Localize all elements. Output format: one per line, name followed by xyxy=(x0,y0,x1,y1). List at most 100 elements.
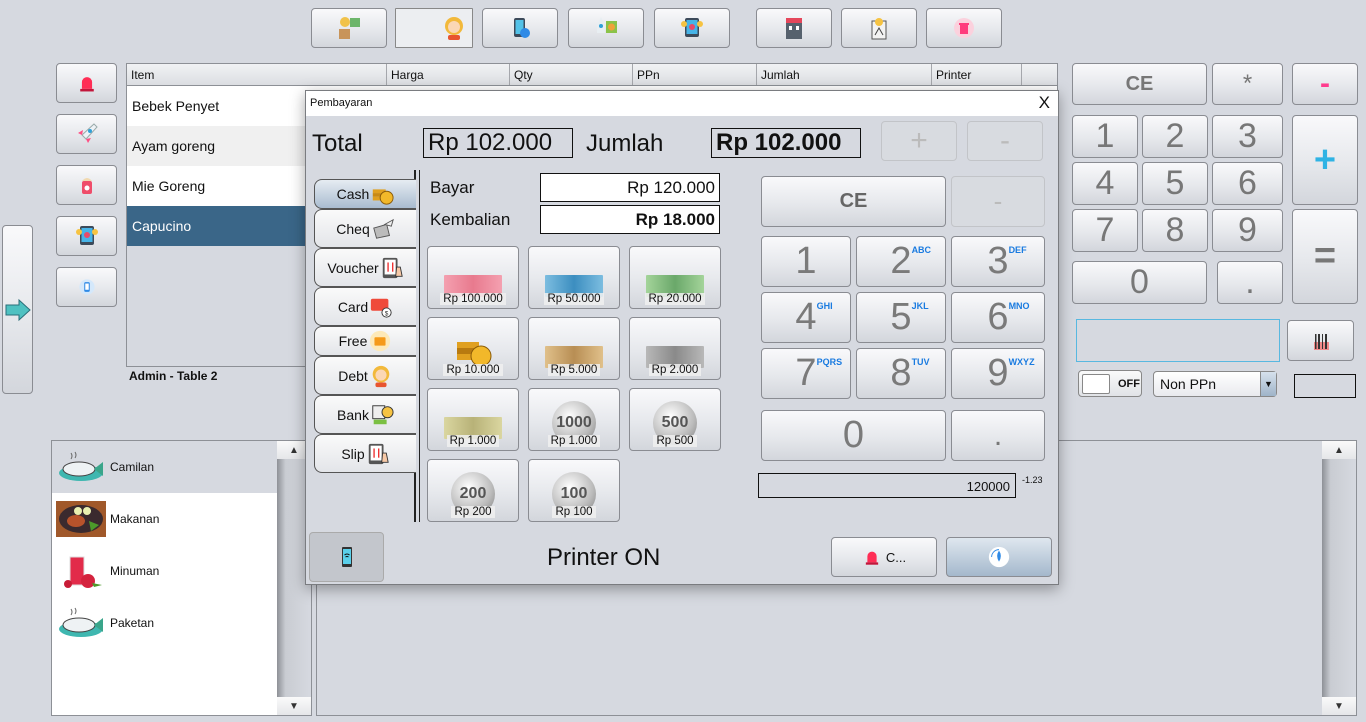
column-header[interactable]: Qty xyxy=(510,64,633,85)
money-button-20000[interactable]: Rp 20.000 xyxy=(629,246,721,309)
keypad-minus-button[interactable]: - xyxy=(951,176,1045,227)
keypad-key-2[interactable]: 2 ABC xyxy=(856,236,946,287)
money-button-100000[interactable]: Rp 100.000 xyxy=(427,246,519,309)
confirm-payment-button[interactable] xyxy=(946,537,1052,577)
calc-plus-button[interactable]: + xyxy=(1292,115,1358,205)
phone-icon xyxy=(78,278,96,296)
keypad-key-8[interactable]: 8 TUV xyxy=(856,348,946,399)
increase-button[interactable]: + xyxy=(881,121,957,161)
calc-minus-button[interactable]: - xyxy=(1292,63,1358,105)
mobile-sync-button[interactable] xyxy=(482,8,558,48)
category-item[interactable]: Camilan xyxy=(52,441,311,493)
barcode-scan-button[interactable] xyxy=(1287,320,1354,361)
drink-button[interactable] xyxy=(56,165,117,205)
calc-key-5[interactable]: 5 xyxy=(1142,162,1208,205)
keypad-key-0[interactable]: 0 xyxy=(761,410,946,461)
column-header[interactable]: Printer xyxy=(932,64,1022,85)
tablet-button[interactable] xyxy=(56,216,117,256)
tab-cash[interactable]: Cash xyxy=(314,179,416,209)
keypad-ce-button[interactable]: CE xyxy=(761,176,946,227)
money-button-50000[interactable]: Rp 50.000 xyxy=(528,246,620,309)
tab-free[interactable]: Free xyxy=(314,326,416,356)
item-panel-scrollbar[interactable]: ▲ ▼ xyxy=(1322,441,1356,715)
category-item[interactable]: Makanan xyxy=(52,493,311,545)
bayar-input[interactable]: Rp 120.000 xyxy=(540,173,720,202)
calc-key-3[interactable]: 3 xyxy=(1212,115,1283,158)
category-item[interactable]: Minuman xyxy=(52,545,311,597)
calc-ce-button[interactable]: CE xyxy=(1072,63,1207,105)
dialog-titlebar[interactable]: Pembayaran X xyxy=(306,91,1058,116)
keypad-key-6[interactable]: 6 MNO xyxy=(951,292,1045,343)
close-icon[interactable]: X xyxy=(1039,93,1050,113)
keypad-key-dot[interactable]: . xyxy=(951,410,1045,461)
column-header[interactable]: Item xyxy=(127,64,387,85)
money-button-500[interactable]: 500 Rp 500 xyxy=(629,388,721,451)
tab-debt[interactable]: Debt xyxy=(314,356,416,395)
tab-label: Cash xyxy=(336,186,370,202)
cancel-button[interactable]: C... xyxy=(831,537,937,577)
keypad-key-1[interactable]: 1 xyxy=(761,236,851,287)
calc-equals-button[interactable]: = xyxy=(1292,209,1358,304)
calc-key-6[interactable]: 6 xyxy=(1212,162,1283,205)
barcode-input[interactable] xyxy=(1076,319,1280,362)
tab-cheq[interactable]: Cheq xyxy=(314,209,416,248)
calc-key-2[interactable]: 2 xyxy=(1142,115,1208,158)
idea-network-button[interactable] xyxy=(841,8,917,48)
keypad-key-4[interactable]: 4 GHI xyxy=(761,292,851,343)
decrease-button[interactable]: - xyxy=(967,121,1043,161)
design-tools-button[interactable] xyxy=(311,8,387,48)
phone-button[interactable] xyxy=(56,267,117,307)
alarm-button[interactable] xyxy=(56,63,117,103)
column-header[interactable]: PPn xyxy=(633,64,757,85)
category-item[interactable]: Paketan xyxy=(52,597,311,649)
tab-card[interactable]: Card $ xyxy=(314,287,416,326)
scroll-down-icon[interactable]: ▼ xyxy=(277,697,311,715)
kembalian-value: Rp 18.000 xyxy=(540,205,720,234)
money-label: Rp 500 xyxy=(653,435,697,447)
calc-multiply-button[interactable]: * xyxy=(1212,63,1283,105)
money-button-5000[interactable]: Rp 5.000 xyxy=(528,317,620,380)
column-header[interactable]: Jumlah xyxy=(757,64,932,85)
idea-network-icon xyxy=(866,15,892,41)
tab-bank[interactable]: Bank xyxy=(314,395,416,434)
keypad-key-9[interactable]: 9 WXYZ xyxy=(951,348,1045,399)
calc-key-4[interactable]: 4 xyxy=(1072,162,1138,205)
rocket-button[interactable] xyxy=(56,114,117,154)
column-header[interactable]: Harga xyxy=(387,64,510,85)
money-button-200[interactable]: 200 Rp 200 xyxy=(427,459,519,522)
printer-toggle[interactable]: OFF xyxy=(1078,370,1142,397)
money-button-2000[interactable]: Rp 2.000 xyxy=(629,317,721,380)
calc-key-1[interactable]: 1 xyxy=(1072,115,1138,158)
money-button-1000-note[interactable]: Rp 1.000 xyxy=(427,388,519,451)
launch-settings-button[interactable] xyxy=(568,8,644,48)
category-label: Minuman xyxy=(110,564,160,578)
calc-key-9[interactable]: 9 xyxy=(1212,209,1283,252)
money-label: Rp 1.000 xyxy=(446,435,500,447)
calc-key-7[interactable]: 7 xyxy=(1072,209,1138,252)
tab-slip[interactable]: Slip xyxy=(314,434,416,473)
tablet-hands-icon xyxy=(679,15,705,41)
money-button-10000[interactable]: Rp 10.000 xyxy=(427,317,519,380)
tab-divider xyxy=(419,170,420,522)
expand-panel-button[interactable] xyxy=(2,225,33,394)
ppn-select[interactable]: Non PPn ▼ xyxy=(1153,371,1277,397)
user-profile-button[interactable] xyxy=(395,8,473,48)
scroll-down-icon[interactable]: ▼ xyxy=(1322,697,1356,715)
calc-key-dot[interactable]: . xyxy=(1217,261,1283,304)
money-button-100[interactable]: 100 Rp 100 xyxy=(528,459,620,522)
trash-icon xyxy=(951,15,977,41)
mobile-payment-button[interactable] xyxy=(309,532,384,582)
delete-button[interactable] xyxy=(926,8,1002,48)
keypad-key-3[interactable]: 3 DEF xyxy=(951,236,1045,287)
tablet-menu-button[interactable] xyxy=(654,8,730,48)
tab-voucher[interactable]: Voucher xyxy=(314,248,416,287)
store-button[interactable] xyxy=(756,8,832,48)
siren-icon xyxy=(76,72,98,94)
keypad-key-5[interactable]: 5 JKL xyxy=(856,292,946,343)
money-button-1000-coin[interactable]: 1000 Rp 1.000 xyxy=(528,388,620,451)
key-digit: 8 TUV xyxy=(890,352,930,394)
keypad-key-7[interactable]: 7 PQRS xyxy=(761,348,851,399)
calc-key-8[interactable]: 8 xyxy=(1142,209,1208,252)
scroll-up-icon[interactable]: ▲ xyxy=(1322,441,1356,459)
calc-key-0[interactable]: 0 xyxy=(1072,261,1207,304)
